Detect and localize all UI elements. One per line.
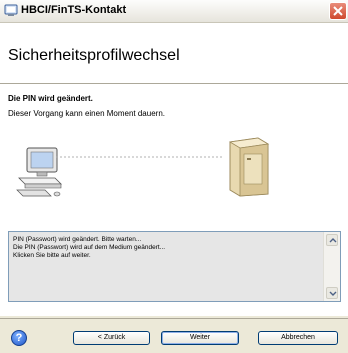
help-icon[interactable]: ? bbox=[11, 330, 27, 346]
log-line: PIN (Passwort) wird geändert. Bitte wart… bbox=[13, 236, 142, 243]
connection-line bbox=[56, 156, 222, 158]
footer-divider bbox=[0, 318, 348, 319]
wizard-header: Sicherheitsprofilwechsel bbox=[0, 23, 348, 84]
log-scrollbar[interactable] bbox=[323, 232, 340, 301]
scroll-down-button[interactable] bbox=[326, 287, 338, 299]
title-bar[interactable]: HBCI/FinTS-Kontakt bbox=[0, 0, 348, 23]
wizard-window: HBCI/FinTS-Kontakt Sicherheitsprofilwech… bbox=[0, 0, 348, 353]
chevron-down-icon bbox=[329, 291, 337, 296]
scroll-up-button[interactable] bbox=[326, 234, 338, 246]
step-title: Die PIN wird geändert. bbox=[8, 94, 93, 103]
log-lines: PIN (Passwort) wird geändert. Bitte wart… bbox=[13, 236, 322, 260]
chevron-up-icon bbox=[329, 238, 337, 243]
close-icon bbox=[333, 6, 343, 16]
window-title: HBCI/FinTS-Kontakt bbox=[21, 4, 127, 16]
back-button[interactable]: < Zurück bbox=[73, 331, 150, 345]
step-description: Dieser Vorgang kann einen Moment dauern. bbox=[8, 109, 165, 118]
wizard-content: Die PIN wird geändert. Dieser Vorgang ka… bbox=[0, 84, 348, 316]
log-line: Die PIN (Passwort) wird auf dem Medium g… bbox=[13, 244, 166, 251]
server-icon bbox=[228, 137, 270, 197]
next-button[interactable]: Weiter bbox=[161, 331, 239, 345]
status-log[interactable]: PIN (Passwort) wird geändert. Bitte wart… bbox=[8, 231, 341, 302]
page-title: Sicherheitsprofilwechsel bbox=[8, 47, 180, 64]
log-line: Klicken Sie bitte auf weiter. bbox=[13, 252, 91, 259]
cancel-button[interactable]: Abbrechen bbox=[258, 331, 338, 345]
computer-icon bbox=[16, 147, 62, 197]
close-button[interactable] bbox=[329, 2, 347, 20]
hbci-app-icon bbox=[4, 4, 18, 16]
